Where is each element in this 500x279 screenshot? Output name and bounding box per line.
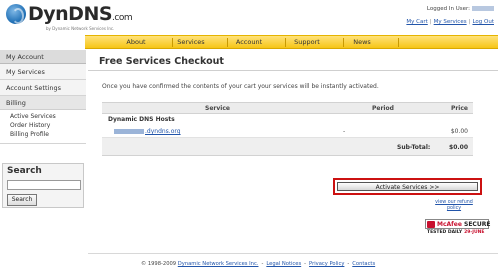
sidebar-item-order-history[interactable]: Order History bbox=[10, 121, 86, 130]
my-cart-link[interactable]: My Cart bbox=[406, 19, 427, 25]
billing-submenu: Active Services Order History Billing Pr… bbox=[0, 110, 86, 144]
page-title: Free Services Checkout bbox=[99, 56, 224, 67]
log-out-link[interactable]: Log Out bbox=[472, 19, 494, 25]
title-divider bbox=[88, 70, 498, 71]
services-table: Service Period Price Dynamic DNS Hosts .… bbox=[102, 102, 473, 156]
subtotal-label: Sub-Total: bbox=[397, 144, 431, 151]
my-services-link[interactable]: My Services bbox=[434, 19, 467, 25]
sidebar-item-billing-profile[interactable]: Billing Profile bbox=[10, 130, 86, 139]
hostname-redacted bbox=[114, 129, 144, 134]
column-period: Period bbox=[372, 105, 394, 112]
intro-text: Once you have confirmed the contents of … bbox=[102, 83, 379, 90]
logged-in-user: Logged In User: bbox=[427, 6, 494, 12]
sidebar-my-account[interactable]: My Account bbox=[0, 50, 86, 64]
sidebar-item-account-settings[interactable]: Account Settings bbox=[0, 80, 86, 96]
activate-highlight: Activate Services >> bbox=[333, 178, 482, 195]
sidebar-item-my-services[interactable]: My Services bbox=[0, 64, 86, 80]
utility-links: My Cart | My Services | Log Out bbox=[406, 19, 494, 25]
sidebar-item-active-services[interactable]: Active Services bbox=[10, 112, 86, 121]
search-title: Search bbox=[7, 166, 42, 176]
logo-tagline: by Dynamic Network Services Inc. bbox=[46, 26, 115, 31]
mcafee-shield-icon bbox=[427, 221, 435, 228]
search-input[interactable] bbox=[7, 180, 81, 190]
group-label: Dynamic DNS Hosts bbox=[108, 116, 175, 123]
table-header: Service Period Price bbox=[102, 102, 473, 114]
refund-policy-link[interactable]: view our refund policy bbox=[430, 200, 478, 211]
subtotal-row: Sub-Total: $0.00 bbox=[102, 138, 473, 156]
footer-privacy-link[interactable]: Privacy Policy bbox=[309, 261, 344, 267]
subtotal-value: $0.00 bbox=[449, 144, 468, 151]
mcafee-secure-badge[interactable]: McAfee SECURE TESTED DAILY 29-JUNE bbox=[425, 219, 490, 237]
column-service: Service bbox=[205, 105, 230, 112]
nav-news[interactable]: News bbox=[326, 36, 398, 49]
row-period: - bbox=[343, 128, 346, 135]
globe-icon bbox=[6, 4, 26, 24]
column-price: Price bbox=[450, 105, 468, 112]
hostname-link[interactable]: .dyndns.org bbox=[114, 128, 181, 135]
row-price: $0.00 bbox=[450, 128, 468, 135]
activate-services-button[interactable]: Activate Services >> bbox=[337, 182, 478, 191]
search-button[interactable]: Search bbox=[7, 194, 37, 206]
sidebar-item-billing[interactable]: Billing bbox=[0, 96, 86, 110]
username-redacted bbox=[472, 6, 494, 11]
main-nav: About Services Account Support News bbox=[85, 35, 498, 49]
account-sidebar: My Account My Services Account Settings … bbox=[0, 50, 86, 144]
search-panel: Search Search bbox=[2, 163, 84, 208]
table-group-row: Dynamic DNS Hosts bbox=[102, 114, 473, 125]
logo-wordmark: DynDNS.com bbox=[28, 3, 133, 25]
footer: © 1998-2009 Dynamic Network Services Inc… bbox=[141, 261, 376, 267]
footer-divider bbox=[88, 253, 498, 254]
dyndns-logo[interactable]: DynDNS.com by Dynamic Network Services I… bbox=[6, 3, 136, 33]
footer-contacts-link[interactable]: Contacts bbox=[352, 261, 375, 267]
footer-company-link[interactable]: Dynamic Network Services Inc. bbox=[178, 261, 259, 267]
footer-legal-link[interactable]: Legal Notices bbox=[266, 261, 301, 267]
table-row: .dyndns.org - $0.00 bbox=[102, 125, 473, 138]
